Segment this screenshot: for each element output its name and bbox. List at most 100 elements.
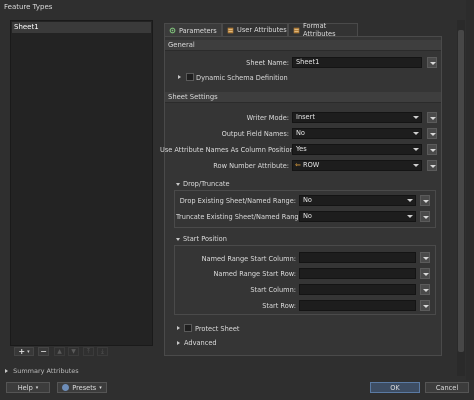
move-down-icon: ▼	[71, 348, 76, 355]
output-field-names-value: No	[296, 129, 305, 137]
row-number-attribute-label: Row Number Attribute:	[213, 162, 289, 170]
plus-icon: +	[18, 347, 26, 356]
tab-user-attributes[interactable]: User Attributes	[222, 23, 288, 36]
help-button[interactable]: Help ▾	[6, 382, 50, 393]
drop-existing-select[interactable]: No	[299, 195, 416, 206]
start-row-label: Start Row:	[262, 302, 296, 310]
scrollbar-thumb[interactable]	[458, 30, 464, 352]
ok-button[interactable]: OK	[370, 382, 420, 393]
move-up-icon: ▲	[57, 348, 62, 355]
use-attribute-names-label: Use Attribute Names As Column Positions:	[160, 146, 300, 154]
row-number-attribute-value: ROW	[302, 161, 320, 169]
start-position-heading: Start Position	[183, 235, 227, 243]
start-column-label: Start Column:	[250, 286, 296, 294]
dynamic-schema-checkbox[interactable]	[186, 73, 194, 81]
tab-parameters[interactable]: Parameters	[164, 23, 222, 37]
output-field-names-menu-button[interactable]	[427, 128, 437, 139]
window-edge	[466, 0, 474, 380]
chevron-down-icon	[407, 199, 413, 202]
writer-mode-menu-button[interactable]	[427, 112, 437, 123]
move-up-button[interactable]: ▲	[54, 347, 65, 356]
drop-existing-value: No	[303, 196, 312, 204]
cancel-button[interactable]: Cancel	[425, 382, 469, 393]
drop-truncate-heading: Drop/Truncate	[183, 180, 230, 188]
format-attributes-icon	[293, 27, 300, 34]
tab-label: User Attributes	[237, 26, 287, 34]
drop-existing-label: Drop Existing Sheet/Named Range:	[179, 197, 296, 205]
start-column-menu-button[interactable]	[420, 284, 430, 295]
tab-label: Parameters	[179, 26, 217, 35]
named-range-start-row-label: Named Range Start Row:	[213, 270, 296, 278]
summary-label: Summary Attributes	[13, 367, 79, 375]
dynamic-schema-label: Dynamic Schema Definition	[196, 74, 288, 82]
window-title: Feature Types	[4, 3, 53, 11]
named-range-start-column-label: Named Range Start Column:	[201, 255, 296, 263]
truncate-existing-select[interactable]: No	[299, 211, 416, 222]
row-number-attribute-select[interactable]: ⇐ ROW	[292, 160, 422, 171]
named-range-start-column-menu-button[interactable]	[420, 252, 430, 263]
presets-button[interactable]: Presets ▾	[57, 382, 107, 393]
truncate-existing-label: Truncate Existing Sheet/Named Range:	[176, 213, 305, 221]
chevron-down-icon	[407, 215, 413, 218]
move-bottom-icon: ⤓	[101, 347, 104, 355]
drop-existing-menu-button[interactable]	[420, 195, 430, 206]
chevron-down-icon: ▾	[35, 384, 39, 391]
section-sheet-settings: Sheet Settings	[165, 92, 441, 103]
truncate-existing-menu-button[interactable]	[420, 211, 430, 222]
sheet-name-menu-button[interactable]	[427, 57, 437, 68]
feature-types-list[interactable]	[10, 20, 153, 346]
chevron-down-icon	[413, 148, 419, 151]
chevron-down-icon	[413, 116, 419, 119]
presets-icon	[62, 384, 70, 391]
truncate-existing-value: No	[303, 212, 312, 220]
named-range-start-row-menu-button[interactable]	[420, 268, 430, 279]
chevron-down-icon	[413, 164, 419, 167]
start-position-group-header[interactable]: Start Position	[176, 235, 227, 243]
protect-sheet-checkbox[interactable]	[184, 324, 192, 332]
collapse-arrow-icon	[176, 182, 180, 186]
remove-button[interactable]: −	[38, 347, 49, 356]
start-row-menu-button[interactable]	[420, 300, 430, 311]
output-field-names-label: Output Field Names:	[221, 130, 289, 138]
summary-attributes-toggle[interactable]: Summary Attributes	[5, 367, 79, 375]
protect-sheet-expand-icon[interactable]	[177, 326, 180, 330]
row-number-attribute-menu-button[interactable]	[427, 160, 437, 171]
drop-truncate-group-header[interactable]: Drop/Truncate	[176, 180, 230, 188]
use-attribute-names-value: Yes	[296, 145, 307, 153]
output-field-names-select[interactable]: No	[292, 128, 422, 139]
use-attribute-names-select[interactable]: Yes	[292, 144, 422, 155]
list-item-sheet[interactable]: Sheet1	[12, 22, 151, 33]
presets-label: Presets	[72, 383, 97, 392]
move-bottom-button[interactable]: ⤓	[97, 347, 108, 356]
collapse-arrow-icon	[176, 237, 180, 241]
writer-mode-value: Insert	[296, 113, 315, 121]
protect-sheet-label: Protect Sheet	[195, 325, 240, 333]
named-range-start-column-input[interactable]	[299, 252, 416, 263]
start-column-input[interactable]	[299, 284, 416, 295]
help-label: Help	[17, 383, 33, 392]
move-top-button[interactable]: ⤒	[83, 347, 94, 356]
move-down-button[interactable]: ▼	[68, 347, 79, 356]
attribute-arrow-icon: ⇐	[295, 161, 301, 169]
minus-icon: −	[40, 347, 47, 356]
advanced-group-header[interactable]: Advanced	[177, 339, 217, 347]
named-range-start-row-input[interactable]	[299, 268, 416, 279]
tab-format-attributes[interactable]: Format Attributes	[288, 22, 358, 38]
writer-mode-select[interactable]: Insert	[292, 112, 422, 123]
dynamic-schema-expand-icon[interactable]	[178, 75, 181, 79]
add-button[interactable]: + ▾	[14, 347, 34, 356]
section-general: General	[165, 40, 441, 51]
move-top-icon: ⤒	[87, 347, 90, 355]
user-attributes-icon	[227, 27, 234, 34]
expand-arrow-icon	[5, 369, 8, 373]
chevron-down-icon: ▾	[27, 348, 30, 355]
advanced-label: Advanced	[184, 339, 217, 347]
sheet-name-label: Sheet Name:	[246, 59, 289, 67]
sheet-name-input[interactable]: Sheet1	[292, 57, 422, 68]
gear-icon	[169, 27, 176, 34]
chevron-down-icon: ▾	[99, 384, 102, 391]
writer-mode-label: Writer Mode:	[246, 114, 289, 122]
use-attribute-names-menu-button[interactable]	[427, 144, 437, 155]
start-row-input[interactable]	[299, 300, 416, 311]
chevron-down-icon	[413, 132, 419, 135]
